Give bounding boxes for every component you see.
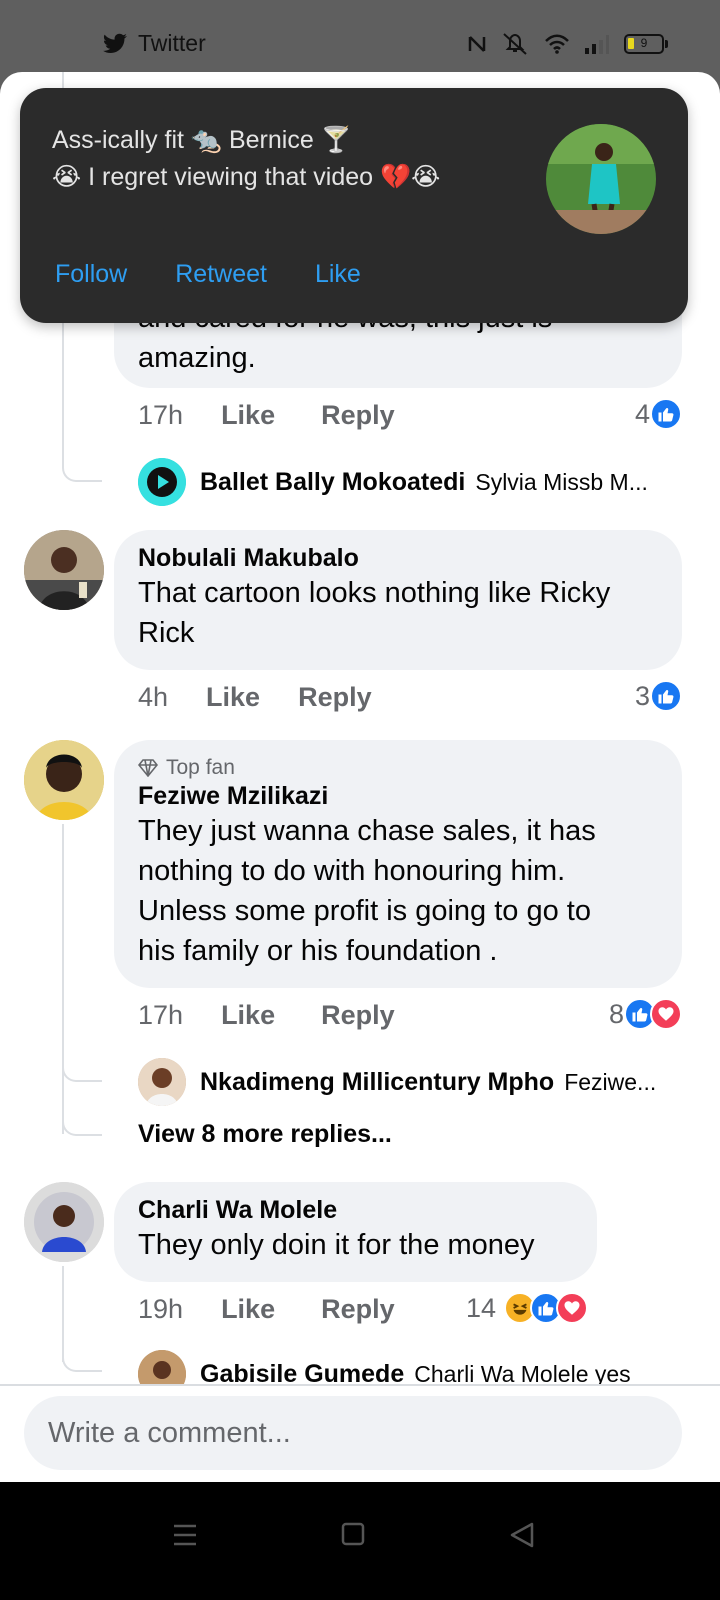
back-icon[interactable] [510, 1522, 534, 1548]
reply-preview-row[interactable]: Ballet Bally Mokoatedi Sylvia Missb M... [138, 458, 648, 506]
love-reaction-icon [556, 1292, 589, 1324]
comment-time: 4h [138, 682, 169, 712]
comment-meta: 17h Like Reply [138, 1000, 395, 1031]
avatar [138, 1058, 186, 1106]
comment-meta: 17h Like Reply [138, 400, 395, 431]
notification-actions: Follow Retweet Like [55, 260, 361, 289]
thread-line [62, 1266, 64, 1362]
status-app-name: Twitter [138, 30, 206, 56]
like-reaction-icon [650, 398, 682, 430]
twitter-bird-icon [103, 33, 127, 53]
reply-button[interactable]: Reply [321, 1000, 395, 1031]
reply-author[interactable]: Nkadimeng Millicentury Mpho [200, 1068, 554, 1097]
battery-level: 9 [640, 36, 648, 50]
composer-divider [0, 1384, 720, 1386]
reaction-count: 14 [466, 1292, 497, 1323]
comment-input-placeholder: Write a comment... [48, 1416, 291, 1449]
mute-bell-icon [503, 33, 527, 55]
status-icons: 9 [468, 32, 668, 56]
battery-icon: 9 [624, 34, 668, 54]
comment-time: 19h [138, 1294, 184, 1324]
avatar[interactable] [24, 1182, 104, 1262]
like-button[interactable]: Like [221, 1000, 275, 1031]
reaction-count: 3 [634, 680, 650, 711]
notification-title: Ass-ically fit 🐀 Bernice 🍸 [52, 126, 352, 154]
wifi-icon [545, 34, 569, 54]
tweet-notification[interactable]: Ass-ically fit 🐀 Bernice 🍸 😭 I regret vi… [20, 88, 688, 323]
reaction-summary[interactable]: 14 [466, 1292, 589, 1324]
reaction-count: 8 [608, 998, 624, 1029]
notification-avatar [546, 124, 656, 234]
reply-preview-text: Sylvia Missb M... [475, 468, 648, 495]
comment-text-line: They just wanna chase sales, it has [138, 815, 596, 847]
follow-button[interactable]: Follow [55, 260, 127, 289]
thread-connector [62, 462, 102, 482]
thread-connector [62, 1116, 102, 1136]
avatar [138, 458, 186, 506]
avatar[interactable] [24, 530, 104, 610]
reply-button[interactable]: Reply [321, 400, 395, 431]
comment-bubble[interactable]: Charli Wa Molele They only doin it for t… [114, 1182, 597, 1282]
view-more-replies-link[interactable]: View 8 more replies... [138, 1120, 392, 1149]
notification-message: 😭 I regret viewing that video 💔😭 [52, 163, 441, 191]
comment-author[interactable]: Nobulali Makubalo [138, 544, 658, 573]
comment-text-line: nothing to do with honouring him. [138, 855, 566, 887]
love-reaction-icon [650, 998, 682, 1030]
reply-preview-row[interactable]: Nkadimeng Millicentury Mpho Feziwe... [138, 1058, 656, 1106]
comment-bubble[interactable]: Nobulali Makubalo That cartoon looks not… [114, 530, 682, 670]
comment-author[interactable]: Charli Wa Molele [138, 1196, 573, 1225]
reaction-summary[interactable]: 8 [609, 998, 682, 1030]
like-button[interactable]: Like [221, 400, 275, 431]
reply-author[interactable]: Ballet Bally Mokoatedi [200, 468, 465, 497]
system-nav-bar [0, 1482, 720, 1600]
thread-connector [62, 1062, 102, 1082]
comment-text-line: Unless some profit is going to go to [138, 895, 591, 927]
signal-icon [585, 35, 609, 54]
comment-text: They only doin it for the money [138, 1229, 535, 1261]
like-button[interactable]: Like [221, 1294, 275, 1325]
comment-input[interactable]: Write a comment... [24, 1396, 682, 1470]
thread-line [62, 824, 64, 1134]
reply-button[interactable]: Reply [298, 682, 372, 713]
top-fan-label: Top fan [166, 756, 235, 779]
like-button[interactable]: Like [206, 682, 260, 713]
comment-text-line: his family or his foundation . [138, 935, 498, 967]
comment-meta: 4h Like Reply [138, 682, 372, 713]
reaction-count: 4 [634, 398, 650, 429]
reply-preview-text: Feziwe... [564, 1068, 657, 1095]
status-app: Twitter [102, 30, 206, 57]
comment-bubble[interactable]: Top fan Feziwe Mzilikazi They just wanna… [114, 740, 682, 988]
reaction-summary[interactable]: 4 [635, 398, 682, 430]
thread-connector [62, 1352, 102, 1372]
comment-text-line: That cartoon looks nothing like Ricky [138, 577, 611, 609]
nfc-icon [468, 36, 486, 52]
reply-button[interactable]: Reply [321, 1294, 395, 1325]
comment-meta: 19h Like Reply [138, 1294, 395, 1325]
comment-time: 17h [138, 400, 184, 430]
diamond-icon [138, 759, 158, 777]
avatar[interactable] [24, 740, 104, 820]
comment-text-line: Rick [138, 617, 195, 649]
like-reaction-icon [650, 680, 682, 712]
top-fan-badge: Top fan [138, 756, 658, 780]
reaction-summary[interactable]: 3 [635, 680, 682, 712]
menu-icon[interactable] [172, 1522, 198, 1548]
comment-time: 17h [138, 1000, 184, 1030]
comment-text: amazing. [138, 342, 256, 374]
comment-author[interactable]: Feziwe Mzilikazi [138, 782, 658, 811]
like-tweet-button[interactable]: Like [315, 260, 361, 289]
home-icon[interactable] [341, 1522, 365, 1546]
retweet-button[interactable]: Retweet [175, 260, 267, 289]
